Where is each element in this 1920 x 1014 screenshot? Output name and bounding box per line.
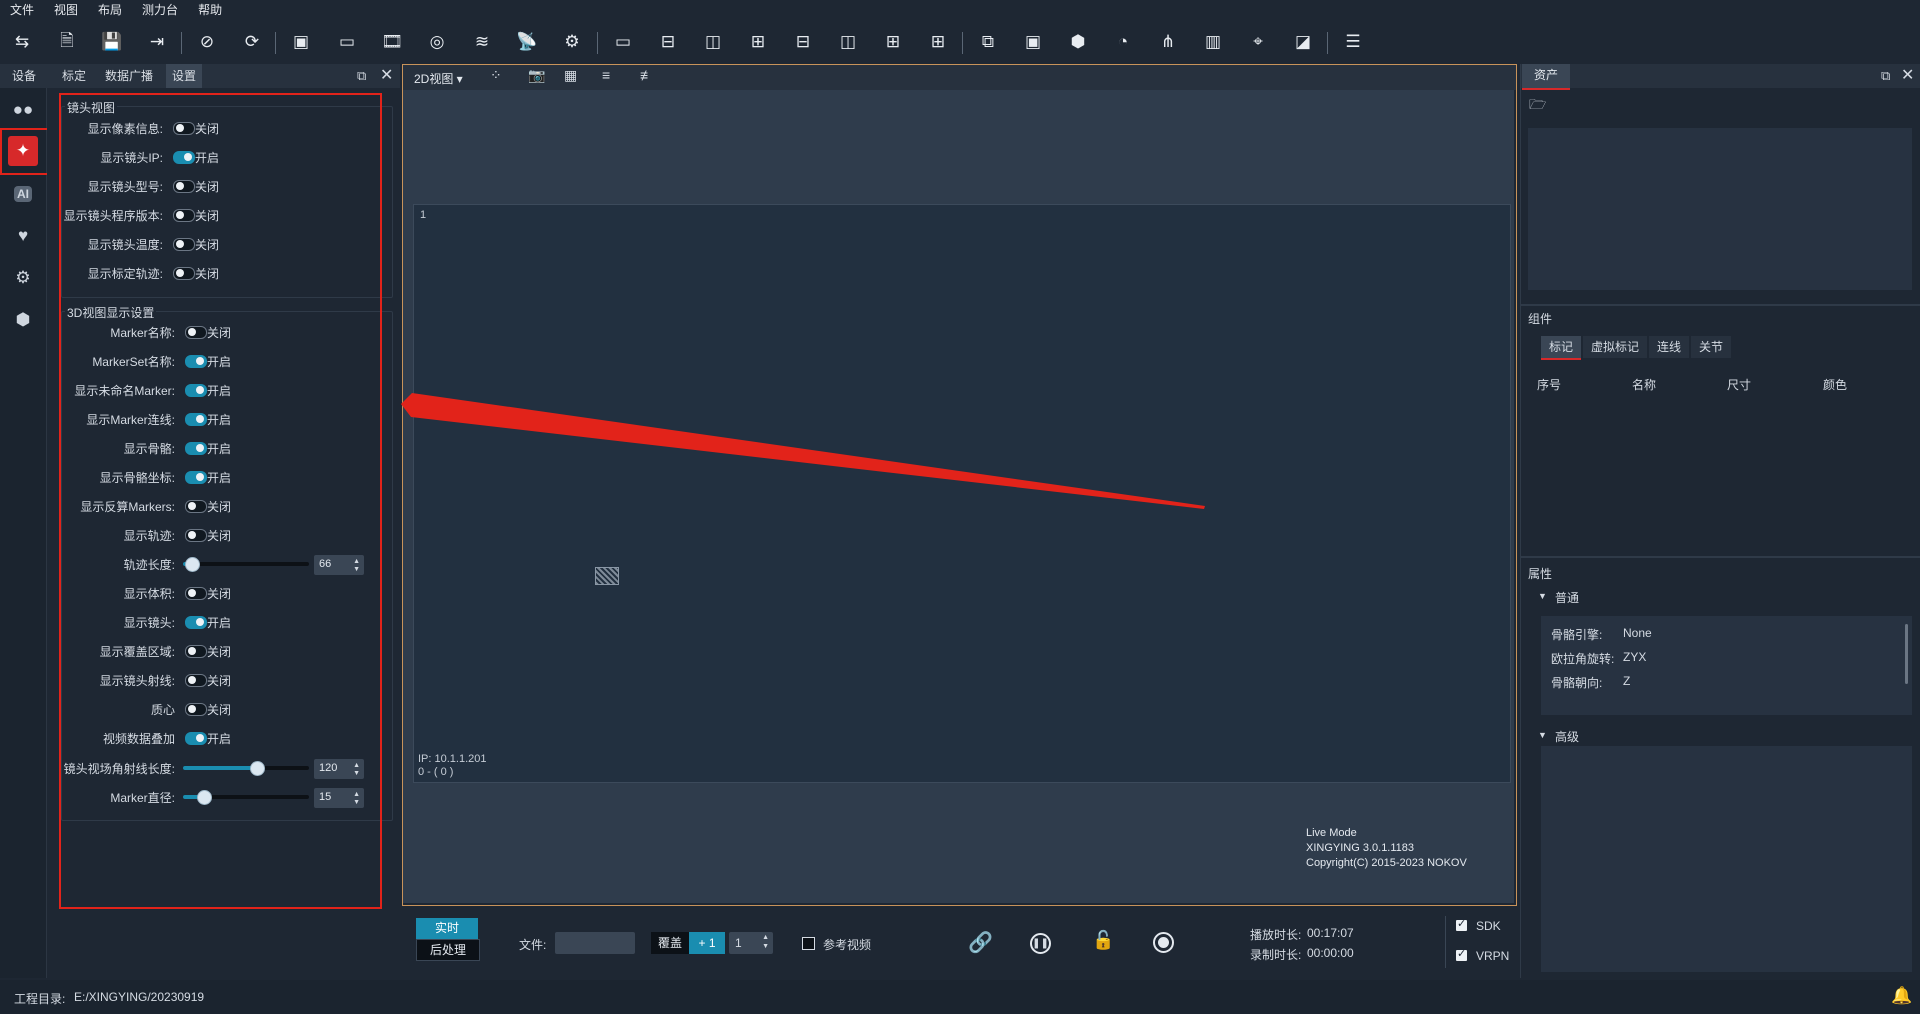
tab-virtual-markers[interactable]: 虚拟标记: [1583, 336, 1647, 358]
vrpn-checkbox[interactable]: [1456, 947, 1467, 961]
folder-open-icon[interactable]: 🗁: [1529, 94, 1546, 118]
prop-value[interactable]: ZYX: [1623, 650, 1646, 664]
col-color[interactable]: 颜色: [1823, 376, 1847, 393]
frame-stepper[interactable]: 1 ▲ ▼: [729, 932, 773, 954]
expand-general-icon[interactable]: ▼: [1538, 591, 1547, 601]
close-icon[interactable]: ✕: [1901, 65, 1914, 85]
general-section[interactable]: 普通: [1555, 589, 1579, 606]
sdk-checkbox[interactable]: [1456, 917, 1467, 931]
properties-title: 属性: [1528, 567, 1553, 581]
record-icon[interactable]: [1153, 932, 1174, 953]
expand-advanced-icon[interactable]: ▼: [1538, 730, 1547, 740]
project-dir-label: 工程目录:: [14, 992, 66, 1006]
prop-value[interactable]: None: [1623, 626, 1652, 640]
prop-key: 骨骼引擎:: [1551, 628, 1603, 642]
up-arrow-icon[interactable]: ▲: [762, 934, 769, 941]
tab-connections[interactable]: 连线: [1649, 336, 1689, 358]
project-dir-path: E:/XINGYING/20230919: [74, 990, 205, 1004]
ref-video-checkbox[interactable]: [802, 937, 815, 950]
play-time-label: 播放时长:: [1250, 928, 1302, 942]
link-icon[interactable]: 🔗: [968, 930, 993, 955]
sdk-label: SDK: [1476, 919, 1501, 933]
rec-time-label: 录制时长:: [1250, 948, 1302, 962]
unlock-icon[interactable]: 🔓: [1092, 930, 1114, 951]
file-label: 文件:: [519, 938, 547, 952]
frame-value: 1: [735, 936, 742, 950]
prop-key: 欧拉角旋转:: [1551, 652, 1615, 666]
advanced-props: [1541, 746, 1912, 972]
ref-video-label: 参考视频: [823, 938, 872, 952]
overlay-button[interactable]: 覆盖: [651, 932, 689, 954]
down-arrow-icon[interactable]: ▼: [762, 943, 769, 950]
tab-assets[interactable]: 资产: [1522, 64, 1570, 90]
pause-icon[interactable]: ❚❚: [1030, 933, 1051, 954]
tab-markers[interactable]: 标记: [1541, 336, 1581, 360]
plus-one-button[interactable]: + 1: [689, 932, 725, 954]
tab-joints[interactable]: 关节: [1691, 336, 1731, 358]
col-name[interactable]: 名称: [1632, 376, 1656, 393]
playback-bar: 实时 后处理 文件: 覆盖 + 1 1 ▲ ▼ 参考视频 🔗 ❚❚ 🔓 播放时长…: [402, 906, 1517, 978]
rec-time: 00:00:00: [1307, 946, 1354, 960]
right-panel: 资产 ⧉ ✕ 🗁 组件 标记 虚拟标记 连线 关节 序号 名称 尺寸 颜色 属性…: [1520, 64, 1920, 978]
bell-icon[interactable]: 🔔: [1891, 986, 1912, 1006]
file-field[interactable]: [555, 932, 635, 954]
realtime-button[interactable]: 实时: [416, 918, 478, 939]
status-bar: 工程目录: E:/XINGYING/20230919 🔔: [0, 980, 1920, 1014]
play-time: 00:17:07: [1307, 926, 1354, 940]
assets-list[interactable]: [1528, 128, 1912, 290]
postprocess-button[interactable]: 后处理: [416, 939, 480, 961]
col-index[interactable]: 序号: [1537, 376, 1561, 393]
advanced-section[interactable]: 高级: [1555, 728, 1579, 745]
general-props: 骨骼引擎: None 欧拉角旋转: ZYX 骨骼朝向: Z: [1541, 616, 1912, 715]
float-icon[interactable]: ⧉: [1881, 68, 1890, 84]
components-title: 组件: [1528, 312, 1553, 326]
vrpn-label: VRPN: [1476, 949, 1510, 963]
prop-key: 骨骼朝向:: [1551, 676, 1603, 690]
prop-value[interactable]: Z: [1623, 674, 1630, 688]
col-size[interactable]: 尺寸: [1727, 376, 1751, 393]
scrollbar[interactable]: [1905, 624, 1908, 684]
